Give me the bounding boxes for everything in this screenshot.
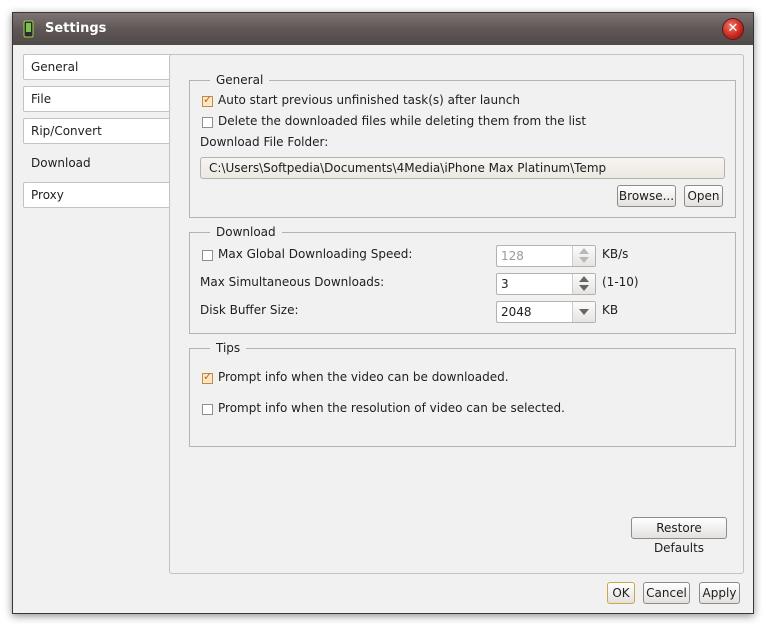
max-speed-stepper[interactable] [572, 246, 595, 266]
tab-rip-convert[interactable]: Rip/Convert [23, 118, 171, 144]
browse-button[interactable]: Browse... [617, 185, 676, 207]
download-folder-label: Download File Folder: [200, 135, 329, 149]
max-simultaneous-label: Max Simultaneous Downloads: [200, 275, 385, 289]
disk-buffer-value: 2048 [501, 305, 532, 319]
chevron-down-icon[interactable] [579, 309, 589, 315]
prompt-resolution-checkbox[interactable] [202, 404, 213, 415]
disk-buffer-unit: KB [602, 303, 619, 317]
tab-general[interactable]: General [23, 54, 171, 80]
disk-buffer-select[interactable]: 2048 [496, 301, 596, 323]
phone-app-icon [23, 20, 34, 38]
window-title: Settings [45, 21, 107, 36]
max-simultaneous-value: 3 [501, 277, 509, 291]
settings-window: Settings ✕ General File Rip/Convert Down… [12, 12, 754, 614]
prompt-resolution-label[interactable]: Prompt info when the resolution of video… [218, 401, 565, 415]
general-group-legend: General [210, 72, 270, 88]
arrow-down-icon[interactable] [579, 257, 589, 263]
max-simultaneous-spinbox[interactable]: 3 [496, 273, 596, 295]
prompt-download-checkbox[interactable] [202, 370, 213, 384]
auto-start-checkbox[interactable] [202, 93, 213, 107]
download-group: Download Max Global Downloading Speed: 1… [189, 224, 736, 334]
max-speed-unit: KB/s [602, 247, 629, 261]
general-group: General Auto start previous unfinished t… [189, 72, 736, 218]
delete-files-label[interactable]: Delete the downloaded files while deleti… [218, 114, 586, 128]
max-speed-value: 128 [501, 249, 524, 263]
download-settings-panel: General Auto start previous unfinished t… [169, 54, 744, 574]
apply-button[interactable]: Apply [699, 582, 740, 604]
tips-group-legend: Tips [210, 340, 247, 356]
disk-buffer-dropdown[interactable] [572, 302, 595, 322]
tips-group: Tips Prompt info when the video can be d… [189, 340, 736, 447]
delete-files-checkbox[interactable] [202, 117, 213, 128]
max-speed-spinbox[interactable]: 128 [496, 245, 596, 267]
download-folder-field[interactable]: C:\Users\Softpedia\Documents\4Media\iPho… [200, 157, 725, 179]
max-speed-checkbox[interactable] [202, 250, 213, 261]
open-button[interactable]: Open [684, 185, 723, 207]
prompt-download-label[interactable]: Prompt info when the video can be downlo… [218, 370, 509, 384]
auto-start-label[interactable]: Auto start previous unfinished task(s) a… [218, 93, 520, 107]
tab-download[interactable]: Download [23, 150, 173, 176]
arrow-down-icon[interactable] [579, 285, 589, 291]
ok-button[interactable]: OK [607, 582, 635, 604]
download-group-legend: Download [210, 224, 282, 240]
close-icon: ✕ [727, 21, 739, 36]
arrow-up-icon[interactable] [579, 276, 589, 282]
max-simultaneous-range: (1-10) [602, 275, 639, 289]
tab-proxy[interactable]: Proxy [23, 182, 171, 208]
max-simultaneous-stepper[interactable] [572, 274, 595, 294]
cancel-button[interactable]: Cancel [643, 582, 690, 604]
restore-defaults-button[interactable]: Restore Defaults [631, 517, 727, 555]
title-bar[interactable]: Settings ✕ [13, 13, 753, 45]
arrow-up-icon[interactable] [579, 248, 589, 254]
max-speed-label[interactable]: Max Global Downloading Speed: [218, 247, 412, 261]
disk-buffer-label: Disk Buffer Size: [200, 303, 299, 317]
settings-tabs: General File Rip/Convert Download Proxy [23, 54, 173, 214]
close-button[interactable]: ✕ [722, 18, 744, 40]
tab-file[interactable]: File [23, 86, 171, 112]
